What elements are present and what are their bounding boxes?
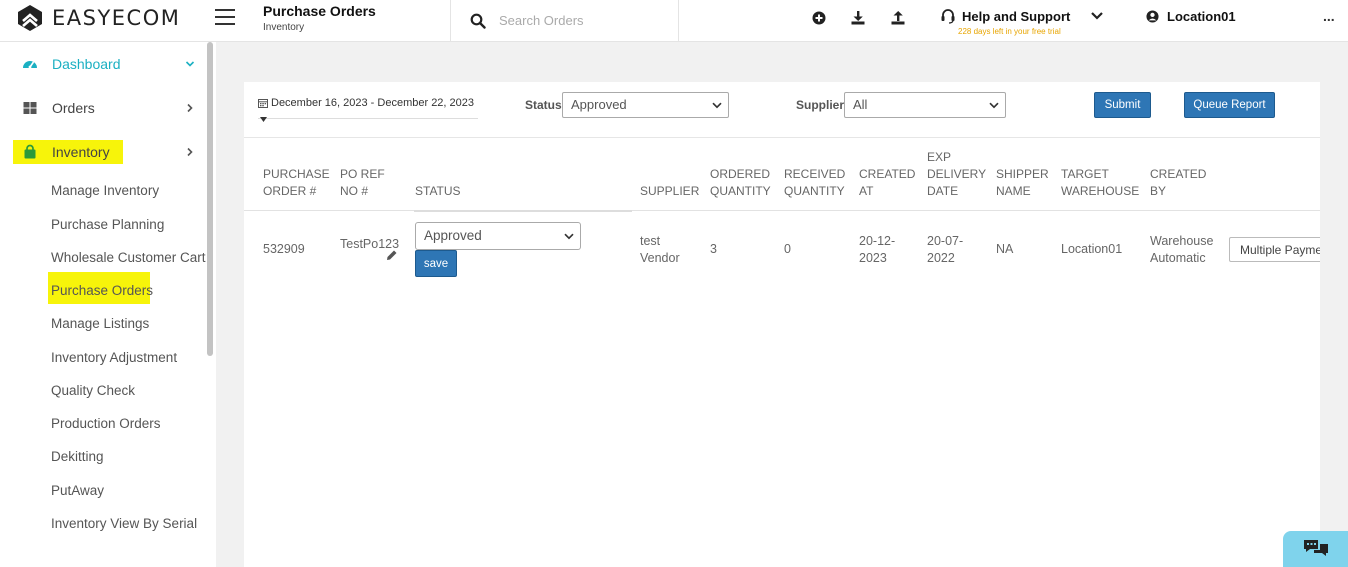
- upload-icon[interactable]: [890, 10, 906, 26]
- purchase-orders-panel: December 16, 2023 - December 22, 2023 St…: [244, 82, 1320, 567]
- status-column-underline: [414, 210, 632, 212]
- sidebar-subitem-wholesale-customer-cart[interactable]: Wholesale Customer Cart: [51, 250, 206, 265]
- user-circle-icon: [1146, 10, 1159, 23]
- sidebar-item-orders[interactable]: Orders: [0, 93, 206, 123]
- speedometer-icon: [23, 61, 37, 69]
- cell-received-qty: 0: [784, 242, 791, 256]
- col-header-created-at[interactable]: CREATED AT: [859, 166, 915, 200]
- supplier-filter-label: Supplier: [796, 98, 845, 112]
- cell-po-number[interactable]: 532909: [263, 241, 305, 258]
- chevron-right-icon: [187, 147, 193, 157]
- col-header-supplier[interactable]: SUPPLIER: [640, 183, 699, 200]
- sidebar-subitem-manage-listings[interactable]: Manage Listings: [51, 316, 149, 331]
- col-header-ordered-qty[interactable]: ORDERED QUANTITY: [710, 166, 771, 200]
- col-header-created-by[interactable]: CREATED BY: [1150, 166, 1206, 200]
- supplier-filter-select[interactable]: All: [844, 92, 1006, 118]
- status-filter-value: Approved: [571, 97, 627, 112]
- payment-select[interactable]: Multiple Payments: [1229, 237, 1320, 262]
- status-filter-select[interactable]: Approved: [562, 92, 729, 118]
- bag-icon: [24, 144, 36, 159]
- status-filter-label: Status: [525, 98, 562, 112]
- sidebar-subitem-dekitting[interactable]: Dekitting: [51, 449, 104, 464]
- more-options-icon[interactable]: ...: [1323, 8, 1335, 24]
- headset-icon: [941, 9, 955, 24]
- logo-text: EASYECOM: [52, 6, 181, 30]
- sidebar-item-dashboard[interactable]: Dashboard: [0, 49, 206, 79]
- page-heading: Purchase Orders Inventory: [263, 3, 376, 33]
- search-icon[interactable]: [470, 13, 486, 29]
- chevron-right-icon: [187, 103, 193, 113]
- col-header-exp-delivery[interactable]: EXP DELIVERY DATE: [927, 149, 986, 200]
- calendar-icon: [258, 99, 268, 108]
- col-header-status[interactable]: STATUS: [415, 183, 461, 200]
- col-header-target-warehouse[interactable]: TARGET WAREHOUSE: [1061, 166, 1139, 200]
- sidebar-item-inventory[interactable]: Inventory: [0, 137, 206, 167]
- sidebar-subitem-purchase-orders[interactable]: Purchase Orders: [51, 283, 153, 298]
- sidebar-subitem-inventory-adjustment[interactable]: Inventory Adjustment: [51, 350, 177, 365]
- sidebar-scrollbar[interactable]: [207, 42, 213, 356]
- help-label: Help and Support: [962, 8, 1071, 24]
- page-title: Purchase Orders: [263, 3, 376, 19]
- sidebar-subitem-putaway[interactable]: PutAway: [51, 483, 104, 498]
- help-and-support[interactable]: Help and Support 228 days left in your f…: [940, 8, 1071, 36]
- search-input[interactable]: [499, 10, 669, 30]
- location-label: Location01: [1167, 9, 1236, 24]
- date-range-value: December 16, 2023 - December 22, 2023: [271, 97, 475, 109]
- sidebar-subitem-purchase-planning[interactable]: Purchase Planning: [51, 217, 164, 232]
- sidebar-subitem-inventory-view-by-serial[interactable]: Inventory View By Serial: [51, 516, 197, 531]
- sidebar-subitem-quality-check[interactable]: Quality Check: [51, 383, 135, 398]
- col-header-po-number[interactable]: PURCHASE ORDER #: [263, 166, 330, 200]
- menu-toggle-icon[interactable]: [215, 9, 235, 25]
- trial-notice: 228 days left in your free trial: [958, 27, 1061, 36]
- easyecom-logo-icon: [18, 5, 42, 31]
- search-box: [450, 0, 679, 42]
- row-status-value: Approved: [424, 228, 482, 243]
- cell-created-at: 20-12- 2023: [859, 234, 896, 265]
- cell-ordered-qty: 3: [710, 242, 717, 256]
- sidebar-subitem-production-orders[interactable]: Production Orders: [51, 416, 161, 431]
- supplier-filter-value: All: [853, 97, 868, 112]
- queue-report-button[interactable]: Queue Report: [1184, 92, 1275, 118]
- grid-icon: [23, 102, 37, 114]
- sidebar: Dashboard Orders Inventory Manage Invent…: [0, 42, 216, 567]
- date-range-picker[interactable]: December 16, 2023 - December 22, 2023: [258, 97, 474, 109]
- page-subtitle: Inventory: [263, 22, 305, 33]
- add-circle-icon[interactable]: [811, 10, 827, 26]
- col-header-po-ref[interactable]: PO REF NO #: [340, 166, 385, 200]
- sidebar-item-label: Dashboard: [52, 56, 121, 72]
- col-header-received-qty[interactable]: RECEIVED QUANTITY: [784, 166, 845, 200]
- top-header: EASYECOM Purchase Orders Inventory Searc…: [0, 0, 1348, 42]
- chevron-down-icon: [564, 233, 574, 240]
- chat-bubbles-icon: [1304, 540, 1328, 556]
- save-button[interactable]: save: [415, 250, 457, 277]
- location-selector[interactable]: Location01: [1146, 9, 1236, 24]
- date-range-underline: [258, 118, 478, 119]
- logo[interactable]: EASYECOM: [16, 4, 180, 32]
- chevron-down-icon: [185, 61, 195, 67]
- chevron-down-icon: [712, 102, 722, 109]
- download-icon[interactable]: [850, 10, 866, 26]
- col-header-shipper[interactable]: SHIPPER NAME: [996, 166, 1049, 200]
- row-status-select[interactable]: Approved: [415, 222, 581, 250]
- sidebar-item-label: Orders: [52, 100, 95, 116]
- cell-shipper: NA: [996, 242, 1014, 256]
- filter-bar: December 16, 2023 - December 22, 2023 St…: [244, 82, 1320, 138]
- submit-button[interactable]: Submit: [1094, 92, 1151, 118]
- cell-exp-delivery: 20-07- 2022: [927, 234, 964, 265]
- sidebar-item-label: Inventory: [52, 144, 110, 160]
- sidebar-subitem-manage-inventory[interactable]: Manage Inventory: [51, 183, 159, 198]
- cell-target-warehouse: Location01: [1061, 242, 1123, 256]
- edit-pencil-icon[interactable]: [386, 250, 397, 261]
- table-header-divider: [244, 210, 1320, 211]
- cell-created-by: Warehouse Automatic: [1150, 234, 1214, 265]
- chevron-down-icon: [989, 102, 999, 109]
- chat-widget[interactable]: [1283, 531, 1348, 567]
- caret-down-icon[interactable]: [260, 117, 267, 122]
- cell-supplier: test Vendor: [640, 234, 680, 265]
- chevron-down-icon[interactable]: [1090, 11, 1104, 21]
